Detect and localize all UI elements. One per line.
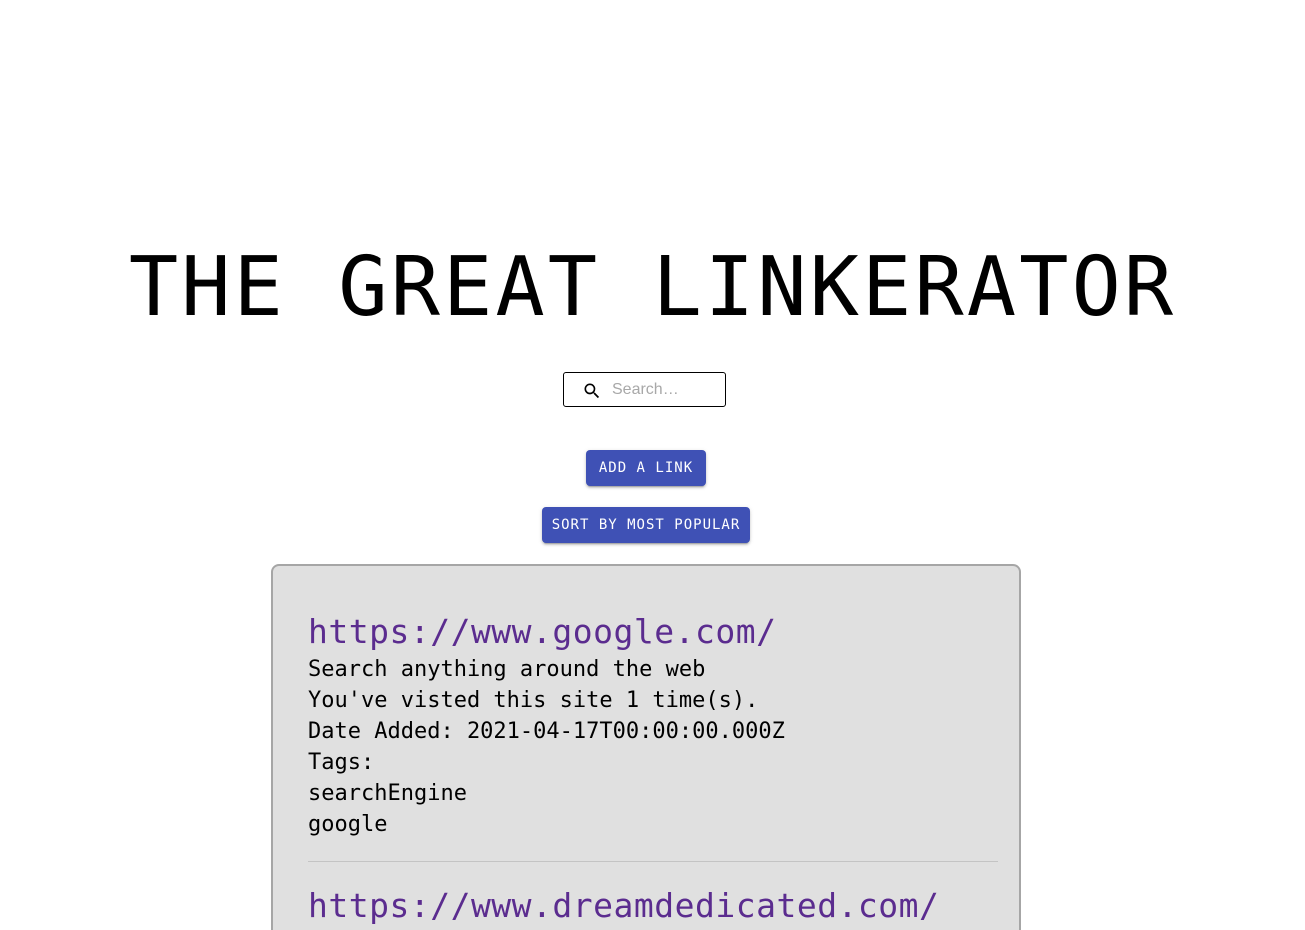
search-icon <box>584 383 600 399</box>
link-date-added: Date Added: 2021-04-17T00:00:00.000Z <box>308 719 785 744</box>
link-visit-count: You've visted this site 1 time(s). <box>308 688 759 713</box>
page-title: THE GREAT LINKERATOR <box>128 240 1177 335</box>
link-tag: google <box>308 812 388 837</box>
link-item: https://www.dreamdedicated.com/ <box>308 884 998 928</box>
search-input[interactable] <box>612 378 720 402</box>
add-link-button[interactable]: Add a link <box>586 450 706 486</box>
link-url[interactable]: https://www.google.com/ <box>308 610 998 654</box>
link-description: Search anything around the web <box>308 657 706 682</box>
search-box[interactable] <box>563 372 726 407</box>
link-tag: searchEngine <box>308 781 467 806</box>
link-url[interactable]: https://www.dreamdedicated.com/ <box>308 884 998 928</box>
divider <box>308 861 998 862</box>
sort-by-popular-button[interactable]: Sort by most popular <box>542 507 750 543</box>
links-card: https://www.google.com/ Search anything … <box>271 564 1021 930</box>
link-tags-label: Tags: <box>308 750 375 775</box>
link-item: https://www.google.com/ Search anything … <box>308 610 998 840</box>
